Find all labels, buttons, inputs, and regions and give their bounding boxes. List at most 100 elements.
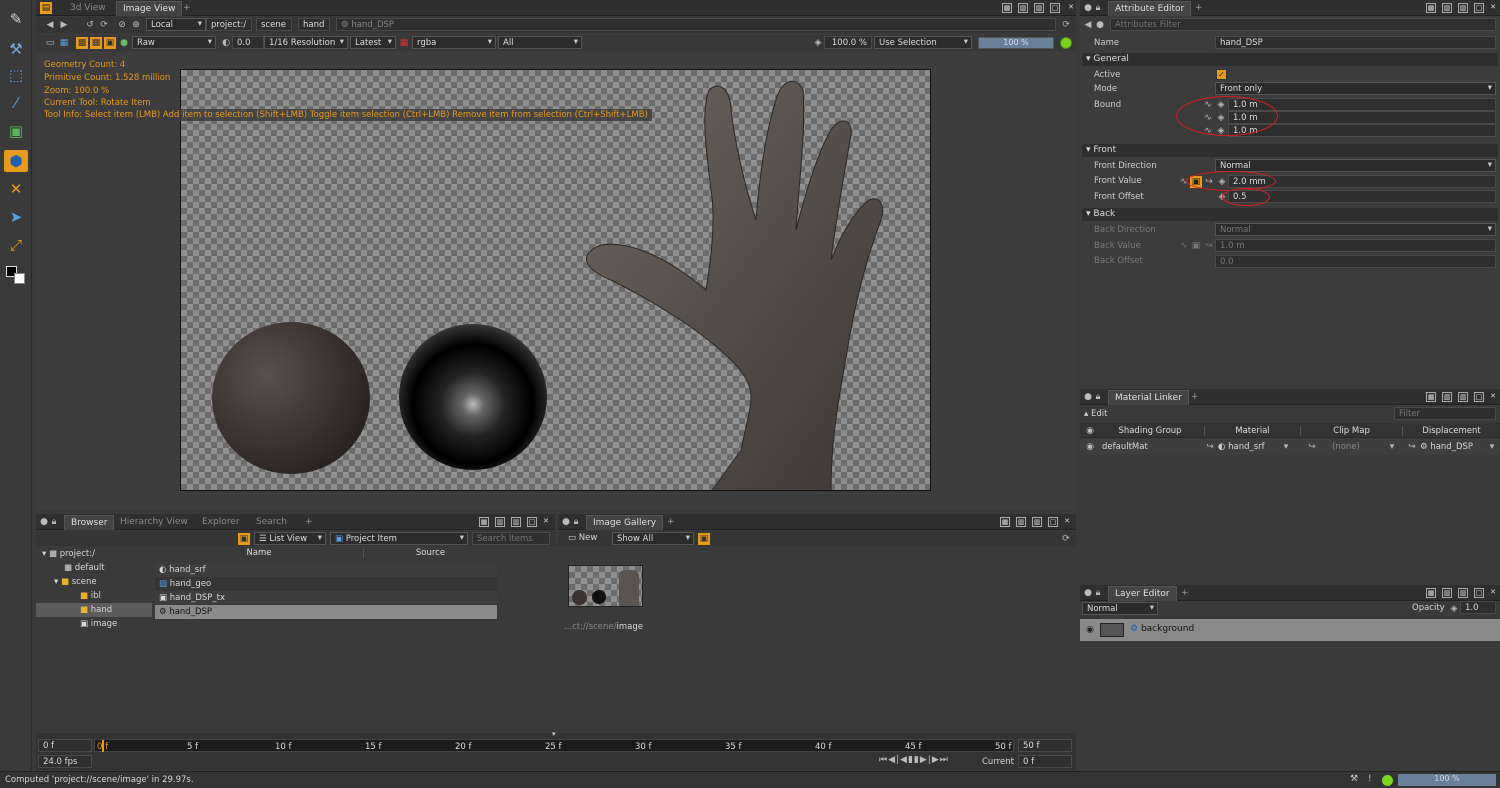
stamp-icon[interactable]: ⚒ bbox=[4, 38, 28, 60]
layer-dropdown[interactable]: All bbox=[498, 36, 582, 49]
tab-browser[interactable]: Browser bbox=[64, 515, 115, 530]
move-item-icon[interactable]: ✕ bbox=[4, 178, 28, 200]
timeline-collapse-icon[interactable]: ▾ bbox=[552, 730, 556, 738]
tab-material-linker[interactable]: Material Linker bbox=[1108, 390, 1189, 405]
version-dropdown[interactable]: Latest bbox=[350, 36, 396, 49]
select-arrow-icon[interactable]: ➤ bbox=[4, 206, 28, 228]
back-arrow-icon[interactable]: ◀ bbox=[44, 19, 56, 31]
active-checkbox[interactable]: ✓ bbox=[1216, 69, 1227, 80]
edit-menu[interactable]: ▴ Edit bbox=[1084, 409, 1107, 419]
show-dropdown[interactable]: Show All bbox=[612, 532, 694, 545]
layout-icon[interactable]: ▦ bbox=[479, 517, 489, 527]
timeline-end-field[interactable]: 50 f bbox=[1018, 739, 1072, 752]
close-icon[interactable]: ✕ bbox=[1488, 3, 1498, 13]
maximize-icon[interactable]: □ bbox=[527, 517, 537, 527]
refresh-icon[interactable]: ⟳ bbox=[98, 19, 110, 31]
arrow-link-icon[interactable]: ↪ bbox=[1406, 441, 1418, 453]
fps-field[interactable]: 24.0 fps bbox=[38, 755, 92, 768]
color-icon[interactable]: ● bbox=[118, 37, 130, 49]
layout-icon[interactable]: ▦ bbox=[1426, 588, 1436, 598]
pin-icon[interactable]: ⊘ bbox=[116, 19, 128, 31]
alpha-icon[interactable]: ▩ bbox=[90, 37, 102, 49]
tab-hierarchy-view[interactable]: Hierarchy View bbox=[114, 515, 194, 530]
tree-item-ibl[interactable]: ■ ibl bbox=[76, 589, 150, 603]
split-icon[interactable]: ▥ bbox=[1018, 3, 1028, 13]
chevron-down-icon[interactable]: ▾ bbox=[1386, 441, 1398, 453]
warning-icon[interactable]: ! bbox=[1368, 774, 1372, 784]
material-filter-input[interactable] bbox=[1394, 407, 1496, 420]
tab-image-view[interactable]: Image View bbox=[116, 1, 183, 16]
maximize-icon[interactable]: □ bbox=[1050, 3, 1060, 13]
space-dropdown[interactable]: Local bbox=[146, 18, 206, 31]
layout-icon[interactable]: ▦ bbox=[1426, 392, 1436, 402]
viewport[interactable]: Geometry Count: 4 Primitive Count: 1.528… bbox=[36, 52, 1076, 510]
lock-icon[interactable]: 🔒︎ bbox=[1092, 391, 1104, 403]
layout-icon[interactable]: ▦ bbox=[1000, 517, 1010, 527]
blend-mode-dropdown[interactable]: Normal bbox=[1082, 602, 1158, 615]
tab-layer-editor[interactable]: Layer Editor bbox=[1108, 586, 1177, 601]
split-icon[interactable]: ▥ bbox=[1442, 588, 1452, 598]
selection-mode-dropdown[interactable]: Use Selection bbox=[874, 36, 972, 49]
add-tab-button[interactable]: + bbox=[1192, 1, 1206, 16]
table-row[interactable]: ◉ defaultMat ↪ ◐ hand_srf ▾ ↪ (none) ▾ ↪… bbox=[1080, 439, 1500, 455]
list-item[interactable]: ⚙ hand_DSP bbox=[155, 605, 497, 619]
add-tab-button[interactable]: + bbox=[180, 1, 194, 16]
layout-icon[interactable]: ▦ bbox=[1002, 3, 1012, 13]
lut-dropdown[interactable]: Raw bbox=[132, 36, 216, 49]
maximize-icon[interactable]: □ bbox=[1474, 3, 1484, 13]
split-icon[interactable]: ▥ bbox=[495, 517, 505, 527]
search-items-input[interactable] bbox=[472, 532, 550, 545]
column-header-source[interactable]: Source bbox=[363, 548, 497, 558]
reload-icon[interactable]: ⟳ bbox=[1060, 533, 1072, 545]
exposure-field[interactable]: 0.0 bbox=[232, 36, 264, 49]
section-general[interactable]: ▾ General bbox=[1082, 53, 1498, 66]
visibility-icon[interactable]: ◉ bbox=[1084, 425, 1096, 437]
mode-dropdown[interactable]: Front only bbox=[1215, 82, 1496, 95]
paint-brush-icon[interactable]: ✎ bbox=[4, 8, 28, 30]
attributes-filter-input[interactable] bbox=[1110, 18, 1496, 31]
background-color-swatch[interactable] bbox=[14, 273, 25, 284]
item-filter-dropdown[interactable]: ▣ Project Item bbox=[330, 532, 468, 545]
clean-icon[interactable]: ⚒ bbox=[1350, 774, 1358, 784]
add-tab-button[interactable]: + bbox=[1188, 390, 1202, 405]
list-item[interactable]: ◐ hand_srf bbox=[155, 563, 497, 577]
tree-item-default[interactable]: ■ default bbox=[60, 561, 150, 575]
column-header-displacement[interactable]: Displacement bbox=[1402, 426, 1500, 436]
add-tab-button[interactable]: + bbox=[664, 515, 678, 530]
close-icon[interactable]: ✕ bbox=[541, 517, 551, 527]
transform-icon[interactable]: ⬚ bbox=[4, 64, 28, 86]
tab-search[interactable]: Search bbox=[250, 515, 293, 530]
column-header-name[interactable]: Name bbox=[155, 548, 363, 558]
crumb-scene[interactable]: scene bbox=[256, 18, 292, 31]
section-front[interactable]: ▾ Front bbox=[1082, 144, 1498, 157]
back-arrow-icon[interactable]: ◀ bbox=[1082, 19, 1094, 31]
crumb-current[interactable]: ⚙ hand_DSP bbox=[336, 18, 1056, 31]
tab-3d-view[interactable]: 3d View bbox=[64, 1, 112, 16]
name-field[interactable]: hand_DSP bbox=[1215, 36, 1496, 49]
split-icon[interactable]: ▥ bbox=[1442, 392, 1452, 402]
tab-explorer[interactable]: Explorer bbox=[196, 515, 245, 530]
list-item[interactable]: ▣ hand_DSP_tx bbox=[155, 591, 497, 605]
rotate-item-icon[interactable]: ⬢ bbox=[4, 150, 28, 172]
column-header-material[interactable]: Material bbox=[1204, 426, 1300, 436]
layer-row[interactable]: ◉ ⚙ background bbox=[1080, 619, 1500, 641]
tab-attribute-editor[interactable]: Attribute Editor bbox=[1108, 1, 1192, 16]
channels-icon[interactable]: ▦ bbox=[58, 37, 70, 49]
view-mode-dropdown[interactable]: ☰ List View bbox=[254, 532, 326, 545]
chevron-down-icon[interactable]: ▾ bbox=[1280, 441, 1292, 453]
lock-icon[interactable]: 🔒︎ bbox=[570, 516, 582, 528]
add-tab-button[interactable]: + bbox=[302, 515, 316, 530]
layout-icon[interactable]: ▦ bbox=[1426, 3, 1436, 13]
lock-icon[interactable]: 🔒︎ bbox=[1092, 2, 1104, 14]
displacement-cell[interactable]: ⚙ hand_DSP bbox=[1420, 442, 1473, 452]
split-vertical-icon[interactable]: ▥ bbox=[1458, 588, 1468, 598]
new-snapshot-button[interactable]: ▭ New bbox=[568, 533, 597, 543]
crumb-hand[interactable]: hand bbox=[298, 18, 330, 31]
lock-view-icon[interactable]: ⊕ bbox=[130, 19, 142, 31]
reload-icon[interactable]: ⟳ bbox=[1060, 19, 1072, 31]
visibility-icon[interactable]: ◉ bbox=[1084, 624, 1096, 636]
maximize-icon[interactable]: □ bbox=[1474, 588, 1484, 598]
close-icon[interactable]: ✕ bbox=[1488, 392, 1498, 402]
section-back[interactable]: ▾ Back bbox=[1082, 208, 1498, 221]
arrow-link-icon[interactable]: ↪ bbox=[1204, 441, 1216, 453]
